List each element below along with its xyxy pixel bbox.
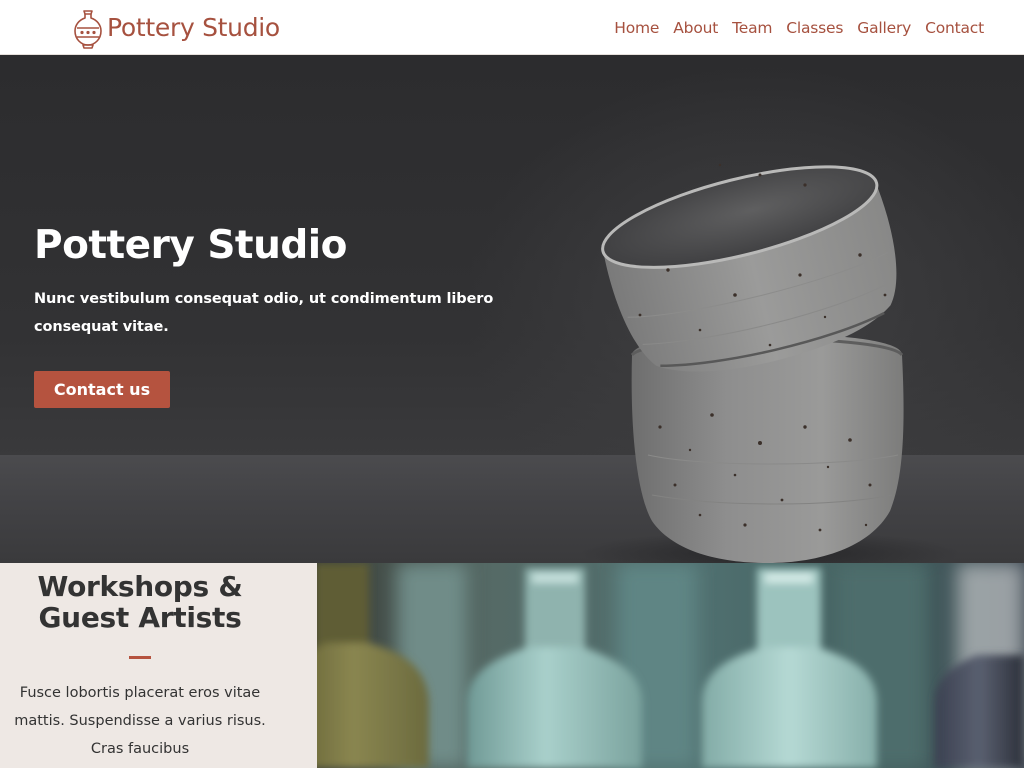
section-divider <box>129 656 151 659</box>
nav-gallery[interactable]: Gallery <box>857 19 911 37</box>
workshops-description: Fusce lobortis placerat eros vitae matti… <box>14 685 266 757</box>
brand-link[interactable]: Pottery Studio <box>71 6 280 50</box>
vase-icon <box>74 10 102 49</box>
nav-team[interactable]: Team <box>732 19 772 37</box>
brand-name: Pottery Studio <box>107 13 280 42</box>
nav-about[interactable]: About <box>673 19 718 37</box>
site-header: Pottery Studio Home About Team Classes G… <box>0 0 1024 55</box>
nav-contact[interactable]: Contact <box>925 19 984 37</box>
hero-title: Pottery Studio <box>34 223 347 268</box>
main-nav: Home About Team Classes Gallery Contact <box>600 0 984 55</box>
nav-classes[interactable]: Classes <box>786 19 843 37</box>
contact-us-button[interactable]: Contact us <box>34 371 170 408</box>
workshops-title: Workshops & Guest Artists <box>37 570 243 634</box>
hero-section: Pottery Studio Nunc vestibulum consequat… <box>0 55 1024 563</box>
workshops-section: Workshops & Guest Artists Fusce lobortis… <box>0 563 317 768</box>
hero-description: Nunc vestibulum consequat odio, ut condi… <box>34 291 494 335</box>
ceramic-bottles-image <box>317 563 1024 768</box>
nav-home[interactable]: Home <box>614 19 659 37</box>
